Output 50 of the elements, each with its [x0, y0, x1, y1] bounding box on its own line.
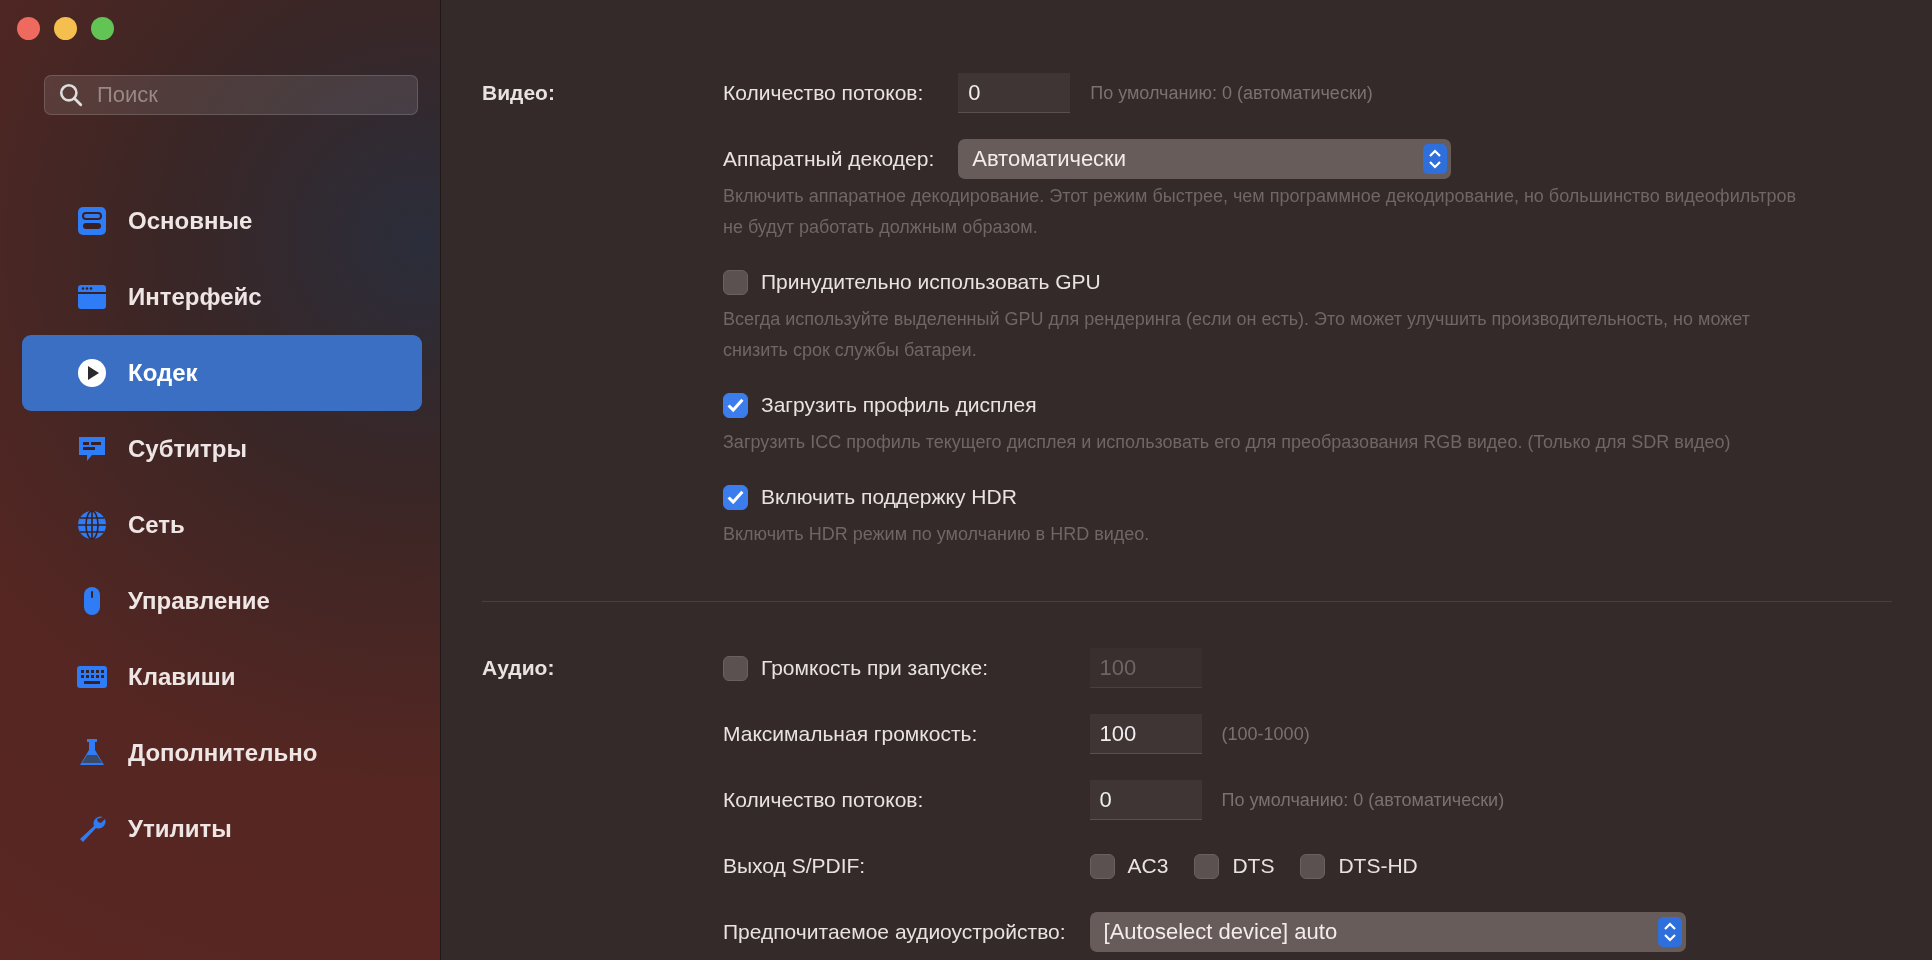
checkbox[interactable]	[723, 484, 748, 510]
description: Включить аппаратное декодирование. Этот режим быстрее, чем программное декодирование, но большинство видеофильтров не будут работать должным образом.	[723, 185, 1798, 239]
checkbox[interactable]	[1194, 853, 1220, 879]
input-field[interactable]: 0	[958, 73, 1071, 113]
checkbox-label[interactable]: Принудительно использовать GPU	[761, 259, 1101, 305]
checkbox-label[interactable]: DTS-HD	[1338, 843, 1418, 889]
checkbox-label[interactable]: DTS	[1232, 843, 1275, 889]
input-field[interactable]: 100	[1089, 714, 1202, 754]
field-label: Количество потоков:	[723, 80, 925, 106]
checkbox-label[interactable]: AC3	[1127, 843, 1169, 889]
dropdown[interactable]: Автоматически	[958, 139, 1452, 179]
toggles-icon	[76, 205, 108, 237]
field-label: Аппаратный декодер:	[723, 146, 935, 172]
field-label: Предпочитаемое аудиоустройство:	[723, 919, 1066, 945]
minimize-icon[interactable]	[54, 17, 77, 40]
section-title: Видео:	[482, 80, 556, 106]
zoom-icon[interactable]	[91, 17, 114, 40]
globe-icon	[76, 509, 108, 541]
sidebar-item[interactable]: Субтитры	[22, 411, 422, 487]
field-label: Количество потоков:	[723, 787, 925, 813]
stepper-icon	[1657, 917, 1682, 947]
section-title: Аудио:	[482, 655, 556, 681]
close-icon[interactable]	[17, 17, 40, 40]
sidebar-item[interactable]: Утилиты	[22, 791, 422, 867]
dropdown[interactable]: [Autoselect device] auto	[1089, 912, 1686, 952]
field-label: Максимальная громкость:	[723, 721, 979, 747]
description: Включить HDR режим по умолчанию в HRD видео.	[723, 523, 1151, 546]
checkbox[interactable]	[723, 392, 748, 418]
play-icon	[76, 357, 108, 389]
sidebar-item[interactable]: Основные	[22, 183, 422, 259]
checkbox[interactable]	[1089, 853, 1115, 879]
input-field[interactable]: 0	[1089, 780, 1202, 820]
sidebar-item[interactable]: Кодек	[22, 335, 422, 411]
sidebar-item[interactable]: Дополнительно	[22, 715, 422, 791]
checkbox[interactable]	[723, 269, 748, 295]
field-label: Выход S/PDIF:	[723, 853, 867, 879]
checkbox[interactable]	[1300, 853, 1326, 879]
checkbox-label[interactable]: Включить поддержку HDR	[761, 474, 1017, 520]
field-hint: (100-1000)	[1221, 723, 1310, 745]
description: Загрузить ICC профиль текущего дисплея и использовать его для преобразования RGB видео. (Только для SDR видео)	[723, 431, 1732, 454]
checkbox-label[interactable]: Загрузить профиль дисплея	[761, 382, 1037, 428]
search-icon	[58, 82, 84, 108]
field-hint: По умолчанию: 0 (автоматически)	[1221, 789, 1505, 811]
stepper-icon	[1423, 144, 1448, 174]
sidebar-item[interactable]: Управление	[22, 563, 422, 639]
sidebar-item[interactable]: Интерфейс	[22, 259, 422, 335]
sidebar-item[interactable]: Сеть	[22, 487, 422, 563]
field-hint: По умолчанию: 0 (автоматически)	[1090, 82, 1373, 104]
description: Всегда используйте выделенный GPU для рендеринга (если он есть). Это может улучшить производительность, но может снизить срок службы батареи.	[723, 308, 1751, 362]
sidebar-item[interactable]: Клавиши	[22, 639, 422, 715]
